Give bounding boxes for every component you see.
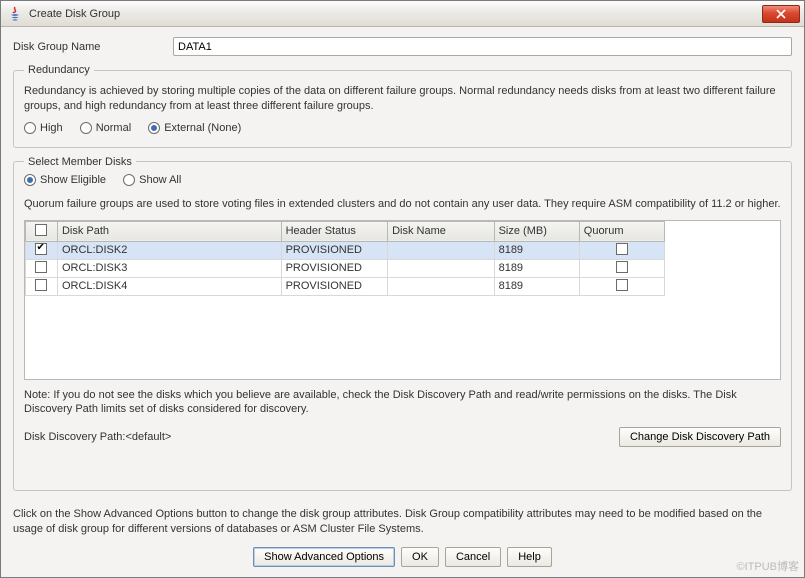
cell-header-status: PROVISIONED	[281, 241, 388, 259]
redundancy-fieldset: Redundancy Redundancy is achieved by sto…	[13, 64, 792, 148]
content-area: Disk Group Name Redundancy Redundancy is…	[1, 27, 804, 503]
cell-size: 8189	[494, 241, 579, 259]
redundancy-legend: Redundancy	[24, 64, 94, 76]
quorum-desc: Quorum failure groups are used to store …	[24, 197, 781, 212]
row-quorum-checkbox[interactable]	[616, 261, 628, 273]
disk-filter-radios: Show Eligible Show All	[24, 174, 781, 189]
row-select-checkbox[interactable]	[35, 261, 47, 273]
java-icon	[7, 6, 23, 22]
redundancy-normal-label: Normal	[96, 122, 131, 134]
cell-disk-name	[388, 277, 495, 295]
redundancy-normal[interactable]: Normal	[80, 122, 131, 134]
titlebar[interactable]: Create Disk Group	[1, 1, 804, 27]
header-checkbox-cell	[26, 221, 58, 241]
cell-size: 8189	[494, 277, 579, 295]
redundancy-desc: Redundancy is achieved by storing multip…	[24, 84, 781, 114]
show-all-label: Show All	[139, 174, 181, 186]
ok-button[interactable]: OK	[401, 547, 439, 567]
disk-group-name-row: Disk Group Name	[13, 37, 792, 56]
redundancy-high-radio[interactable]	[24, 122, 36, 134]
redundancy-high[interactable]: High	[24, 122, 63, 134]
show-advanced-options-button[interactable]: Show Advanced Options	[253, 547, 395, 567]
cell-disk-path: ORCL:DISK3	[57, 259, 281, 277]
row-quorum-checkbox[interactable]	[616, 243, 628, 255]
member-disks-legend: Select Member Disks	[24, 156, 136, 168]
table-row[interactable]: ORCL:DISK4PROVISIONED 8189	[26, 277, 665, 295]
disk-table-container: Disk Path Header Status Disk Name Size (…	[24, 220, 781, 380]
header-quorum[interactable]: Quorum	[579, 221, 664, 241]
discovery-note: Note: If you do not see the disks which …	[24, 388, 781, 418]
show-eligible[interactable]: Show Eligible	[24, 174, 106, 186]
disk-table-header-row: Disk Path Header Status Disk Name Size (…	[26, 221, 665, 241]
header-disk-name[interactable]: Disk Name	[388, 221, 495, 241]
cell-disk-name	[388, 259, 495, 277]
redundancy-high-label: High	[40, 122, 63, 134]
close-button[interactable]	[762, 5, 800, 23]
button-bar: Show Advanced Options OK Cancel Help	[1, 543, 804, 577]
cell-disk-name	[388, 241, 495, 259]
bottom-info-text: Click on the Show Advanced Options butto…	[1, 503, 804, 543]
discovery-path-label: Disk Discovery Path:	[24, 431, 125, 443]
redundancy-radios: High Normal External (None)	[24, 122, 781, 137]
cell-header-status: PROVISIONED	[281, 259, 388, 277]
show-eligible-label: Show Eligible	[40, 174, 106, 186]
redundancy-external-radio[interactable]	[148, 122, 160, 134]
cell-disk-path: ORCL:DISK2	[57, 241, 281, 259]
redundancy-external-label: External (None)	[164, 122, 241, 134]
disk-group-name-input[interactable]	[173, 37, 792, 56]
row-quorum-checkbox[interactable]	[616, 279, 628, 291]
close-icon	[776, 9, 786, 19]
redundancy-normal-radio[interactable]	[80, 122, 92, 134]
discovery-path-value: <default>	[125, 431, 171, 443]
disk-group-name-label: Disk Group Name	[13, 41, 173, 53]
show-all-radio[interactable]	[123, 174, 135, 186]
redundancy-external[interactable]: External (None)	[148, 122, 241, 134]
show-all[interactable]: Show All	[123, 174, 181, 186]
row-select-checkbox[interactable]	[35, 279, 47, 291]
change-discovery-path-button[interactable]: Change Disk Discovery Path	[619, 427, 781, 447]
table-row[interactable]: ORCL:DISK3PROVISIONED 8189	[26, 259, 665, 277]
help-button[interactable]: Help	[507, 547, 552, 567]
header-status[interactable]: Header Status	[281, 221, 388, 241]
member-disks-fieldset: Select Member Disks Show Eligible Show A…	[13, 156, 792, 492]
cell-disk-path: ORCL:DISK4	[57, 277, 281, 295]
select-all-checkbox[interactable]	[35, 224, 47, 236]
header-size[interactable]: Size (MB)	[494, 221, 579, 241]
discovery-path-row: Disk Discovery Path:<default> Change Dis…	[24, 427, 781, 447]
show-eligible-radio[interactable]	[24, 174, 36, 186]
header-disk-path[interactable]: Disk Path	[57, 221, 281, 241]
table-row[interactable]: ORCL:DISK2PROVISIONED 8189	[26, 241, 665, 259]
discovery-path: Disk Discovery Path:<default>	[24, 431, 619, 443]
create-disk-group-dialog: Create Disk Group Disk Group Name Redund…	[0, 0, 805, 578]
window-title: Create Disk Group	[29, 8, 762, 20]
watermark: ©ITPUB博客	[737, 558, 800, 574]
row-select-checkbox[interactable]	[35, 243, 47, 255]
cell-header-status: PROVISIONED	[281, 277, 388, 295]
cell-size: 8189	[494, 259, 579, 277]
disk-table: Disk Path Header Status Disk Name Size (…	[25, 221, 665, 296]
cancel-button[interactable]: Cancel	[445, 547, 501, 567]
